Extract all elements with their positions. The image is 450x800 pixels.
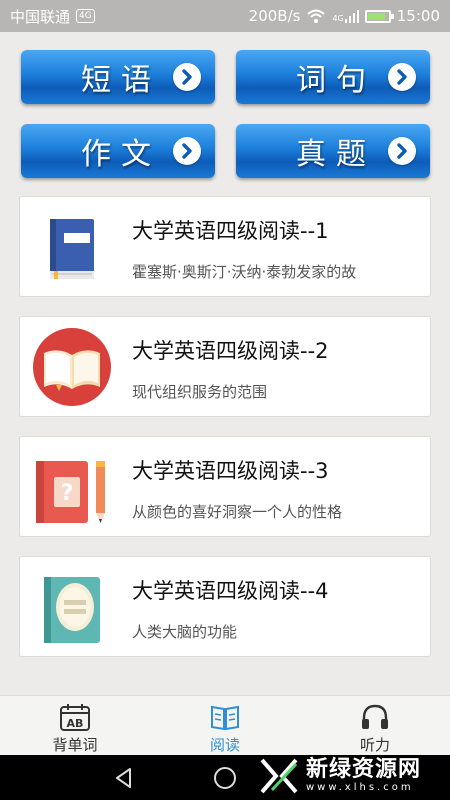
battery-icon bbox=[364, 9, 394, 23]
article-card[interactable]: 大学英语四级阅读--1 霍塞斯·奥斯汀·沃纳·泰勃发家的故 bbox=[19, 196, 431, 297]
teal-book-icon bbox=[44, 577, 100, 643]
status-bar: 中国联通 4G 200B/s 4G 15:00 bbox=[0, 0, 450, 32]
headphones-icon bbox=[362, 704, 388, 729]
article-subtitle: 现代组织服务的范围 bbox=[132, 383, 268, 401]
phrases-button[interactable]: 短语 bbox=[21, 50, 215, 104]
article-subtitle: 霍塞斯·奥斯汀·沃纳·泰勃发家的故 bbox=[132, 263, 357, 281]
composition-button-label: 作文 bbox=[81, 137, 161, 172]
carrier-group: 中国联通 4G bbox=[10, 6, 95, 27]
article-subtitle: 从颜色的喜好洞察一个人的性格 bbox=[132, 503, 343, 521]
article-title: 大学英语四级阅读--4 bbox=[132, 579, 329, 603]
battery-fill bbox=[367, 12, 385, 20]
watermark-url: www.xlhs.com bbox=[306, 782, 414, 793]
chevron-right-icon bbox=[388, 137, 416, 165]
watermark-name: 新绿资源网 bbox=[306, 757, 422, 782]
composition-button[interactable]: 作文 bbox=[21, 124, 215, 178]
article-title: 大学英语四级阅读--3 bbox=[132, 459, 329, 483]
sentences-button-label: 词句 bbox=[296, 63, 376, 98]
calendar-ab-icon: AB bbox=[60, 704, 90, 731]
past-exams-button-label: 真题 bbox=[296, 137, 376, 172]
network-type: 4G bbox=[332, 9, 359, 23]
tab-vocabulary-label: 背单词 bbox=[52, 736, 98, 754]
site-watermark: 新绿资源网 www.xlhs.com bbox=[258, 752, 433, 800]
article-title: 大学英语四级阅读--1 bbox=[132, 219, 329, 243]
open-book-icon bbox=[211, 705, 239, 731]
chevron-right-icon bbox=[173, 137, 201, 165]
question-book-icon: ? bbox=[36, 461, 105, 523]
article-title: 大学英语四级阅读--2 bbox=[132, 339, 329, 363]
watermark-logo-icon bbox=[260, 758, 298, 794]
clock: 15:00 bbox=[396, 7, 440, 25]
bottom-tab-bar: AB 背单词 阅读 听力 bbox=[0, 695, 450, 755]
article-card[interactable]: 大学英语四级阅读--4 人类大脑的功能 bbox=[19, 556, 431, 657]
svg-text:?: ? bbox=[61, 481, 74, 506]
sentences-button[interactable]: 词句 bbox=[236, 50, 430, 104]
past-exams-button[interactable]: 真题 bbox=[236, 124, 430, 178]
tab-reading-label: 阅读 bbox=[209, 736, 240, 754]
tab-listening[interactable]: 听力 bbox=[300, 696, 450, 756]
tab-vocabulary[interactable]: AB 背单词 bbox=[0, 696, 150, 756]
network-type-label: 4G bbox=[332, 14, 344, 23]
status-right: 200B/s 4G 15:00 bbox=[249, 7, 440, 25]
network-speed: 200B/s bbox=[248, 7, 301, 25]
sim-badge: 4G bbox=[76, 9, 95, 23]
phrases-button-label: 短语 bbox=[81, 63, 161, 98]
chevron-right-icon bbox=[388, 63, 416, 91]
open-book-icon bbox=[33, 328, 111, 406]
article-card[interactable]: ? 大学英语四级阅读--3 从颜色的喜好洞察一个人的性格 bbox=[19, 436, 431, 537]
wifi-icon bbox=[307, 9, 326, 23]
article-subtitle: 人类大脑的功能 bbox=[132, 623, 238, 641]
tab-reading[interactable]: 阅读 bbox=[150, 696, 300, 756]
home-icon[interactable] bbox=[211, 764, 239, 792]
svg-text:AB: AB bbox=[67, 717, 84, 730]
watermark-text: 新绿资源网 www.xlhs.com bbox=[306, 758, 421, 794]
back-icon[interactable] bbox=[110, 764, 138, 792]
article-card[interactable]: 大学英语四级阅读--2 现代组织服务的范围 bbox=[19, 316, 431, 417]
signal-icon bbox=[344, 10, 359, 23]
chevron-right-icon bbox=[173, 63, 201, 91]
blue-book-icon bbox=[50, 219, 94, 279]
carrier-name: 中国联通 bbox=[10, 7, 71, 26]
